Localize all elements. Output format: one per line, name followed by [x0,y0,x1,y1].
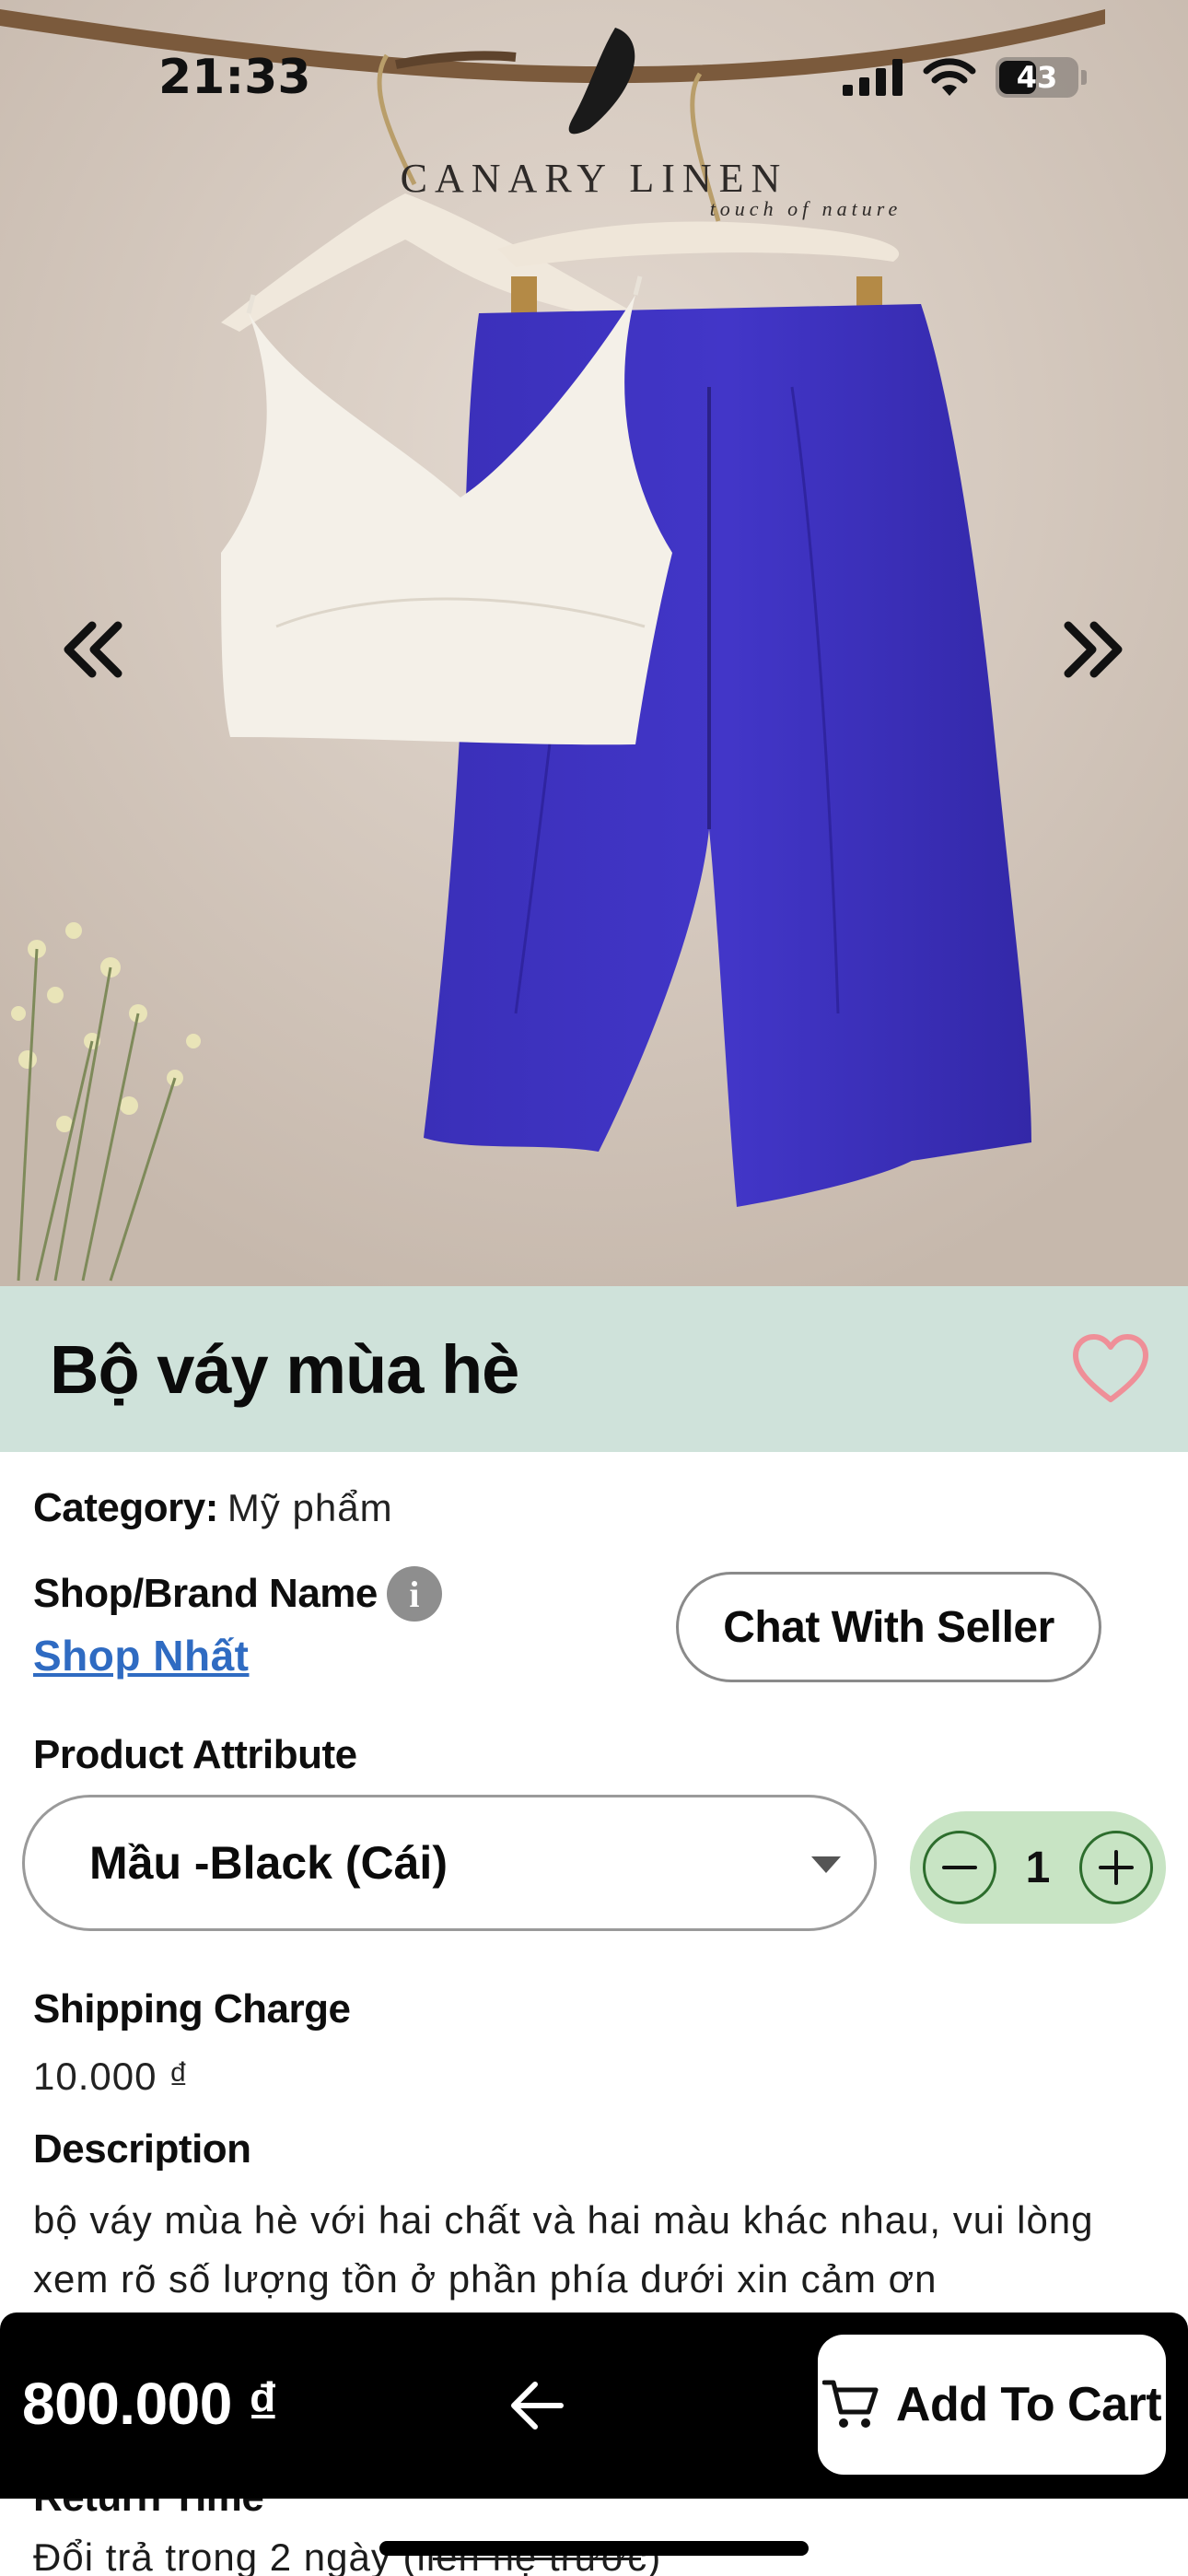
signal-icon [843,59,903,96]
add-to-cart-button[interactable]: Add To Cart [818,2335,1166,2475]
chevron-double-left-icon [64,621,122,678]
description-label: Description [33,2126,251,2172]
chat-with-seller-button[interactable]: Chat With Seller [676,1572,1101,1682]
decrease-quantity-button[interactable] [923,1831,996,1904]
heart-icon [1073,1334,1148,1402]
product-title-bar: Bộ váy mùa hè [0,1286,1188,1452]
cart-icon [821,2380,879,2428]
shop-label: Shop/Brand Name [33,1571,378,1616]
plus-icon [1098,1850,1134,1885]
quantity-stepper: 1 [910,1811,1166,1924]
shop-name-link[interactable]: Shop Nhất [33,1631,249,1680]
selected-attribute: Mầu -Black (Cái) [89,1837,448,1889]
category-label: Category: [33,1485,218,1530]
add-to-cart-label: Add To Cart [895,2378,1162,2431]
category-row: Category: Mỹ phẩm [33,1485,393,1531]
chevron-down-icon [811,1856,841,1873]
product-image-carousel[interactable]: 21:33 43 CANARY LINEN touch of nature [0,0,1188,1286]
arrow-left-icon [511,2382,564,2430]
description-text: bộ váy mùa hè với hai chất và hai màu kh… [33,2198,1094,2301]
shop-row: Shop/Brand Name i [33,1566,442,1622]
product-attribute-label: Product Attribute [33,1732,357,1777]
wifi-icon [923,58,976,96]
battery-icon: 43 [996,57,1087,98]
battery-level: 43 [1016,60,1058,95]
product-attribute-select[interactable]: Mầu -Black (Cái) [22,1795,877,1931]
category-value: Mỹ phẩm [227,1486,393,1529]
shipping-charge-label: Shipping Charge [33,1986,351,2032]
bottom-action-bar: 800.000 ₫ Add To Cart [0,2313,1188,2499]
next-image-button[interactable] [1052,608,1135,691]
info-icon[interactable]: i [386,1566,442,1622]
back-button[interactable] [495,2364,578,2447]
status-time: 21:33 [158,50,311,105]
status-icons: 43 [843,57,1087,98]
favorite-button[interactable] [1066,1325,1155,1413]
product-title: Bộ váy mùa hè [50,1330,519,1408]
brand-logo-name: CANARY LINEN [400,156,788,201]
brand-logo-tagline: touch of nature [709,197,903,220]
increase-quantity-button[interactable] [1078,1831,1153,1904]
price: 800.000 ₫ [22,2371,278,2437]
strikethrough-line [433,2558,641,2560]
status-bar: 21:33 43 [0,0,1188,157]
minus-icon [942,1866,977,1869]
previous-image-button[interactable] [52,608,134,691]
quantity-value: 1 [1025,1843,1051,1892]
shipping-charge-value: 10.000 ₫ [33,2055,190,2098]
home-indicator[interactable] [379,2541,809,2556]
chevron-double-right-icon [1064,621,1123,678]
